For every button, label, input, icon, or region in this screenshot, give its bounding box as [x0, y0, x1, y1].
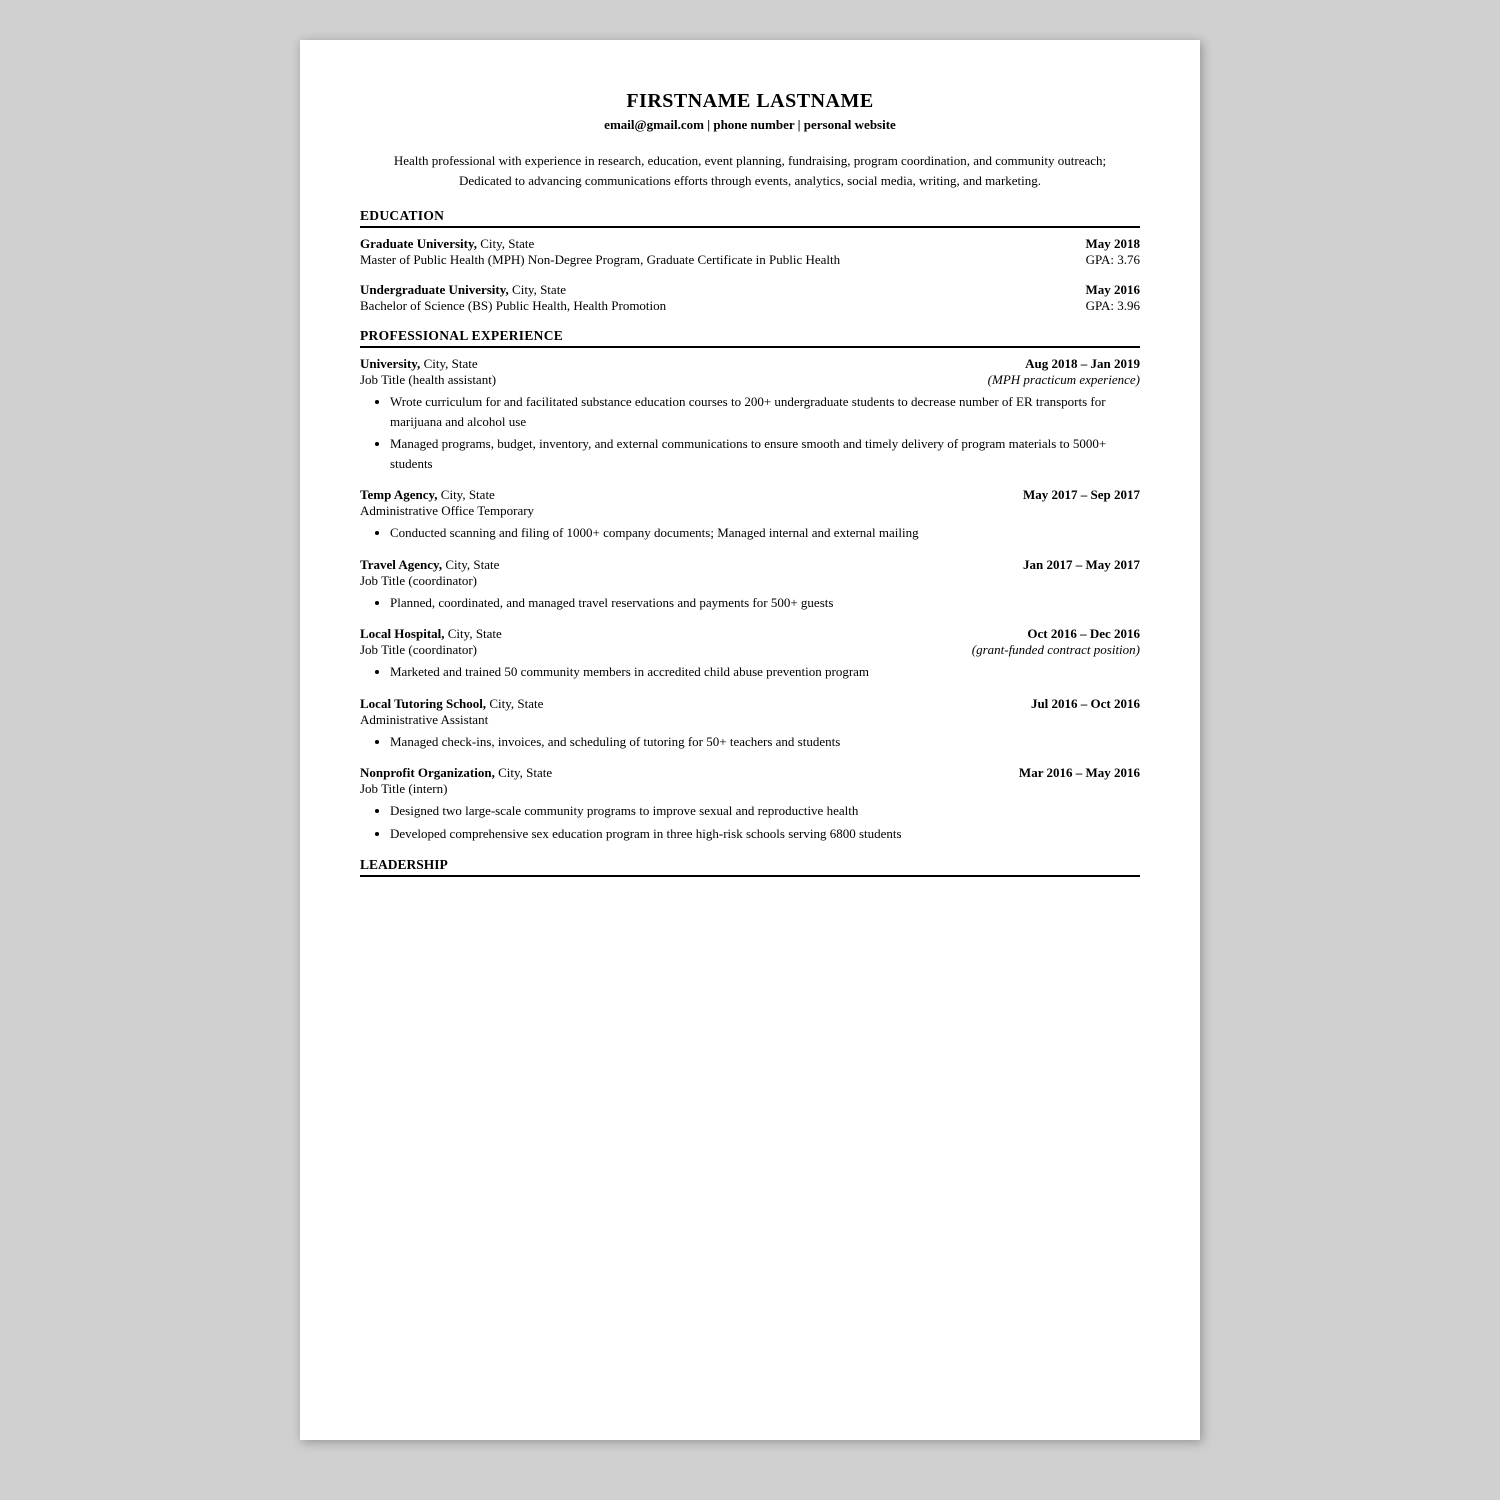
- exp-bullets-2: Conducted scanning and filing of 1000+ c…: [390, 523, 1140, 543]
- header: FIRSTNAME LASTNAME email@gmail.com | pho…: [360, 90, 1140, 133]
- education-section: EDUCATION Graduate University, City, Sta…: [360, 208, 1140, 314]
- edu-org-bold-2: Undergraduate University,: [360, 282, 509, 297]
- edu-org-rest-2: City, State: [509, 282, 566, 297]
- edu-gpa-1: GPA: 3.76: [1086, 252, 1140, 268]
- exp-bullets-4: Marketed and trained 50 community member…: [390, 662, 1140, 682]
- exp-bullet-2-1: Conducted scanning and filing of 1000+ c…: [390, 523, 1140, 543]
- exp-date-6: Mar 2016 – May 2016: [1019, 765, 1140, 781]
- exp-entry-4: Local Hospital, City, State Oct 2016 – D…: [360, 626, 1140, 682]
- exp-org-rest-2: City, State: [438, 487, 495, 502]
- exp-org-bold-1: University,: [360, 356, 420, 371]
- exp-bullets-6: Designed two large-scale community progr…: [390, 801, 1140, 843]
- exp-bullets-1: Wrote curriculum for and facilitated sub…: [390, 392, 1140, 473]
- exp-bullet-1-1: Wrote curriculum for and facilitated sub…: [390, 392, 1140, 431]
- exp-bullets-5: Managed check-ins, invoices, and schedul…: [390, 732, 1140, 752]
- exp-title-5: Administrative Assistant: [360, 712, 1140, 728]
- exp-org-2: Temp Agency, City, State: [360, 487, 495, 503]
- edu-entry-2: Undergraduate University, City, State Ma…: [360, 282, 1140, 314]
- exp-bullet-1-2: Managed programs, budget, inventory, and…: [390, 434, 1140, 473]
- exp-entry-3: Travel Agency, City, State Jan 2017 – Ma…: [360, 557, 1140, 613]
- exp-title-4: Job Title (coordinator): [360, 642, 477, 658]
- exp-bullets-3: Planned, coordinated, and managed travel…: [390, 593, 1140, 613]
- edu-gpa-2: GPA: 3.96: [1086, 298, 1140, 314]
- exp-title-1: Job Title (health assistant): [360, 372, 496, 388]
- exp-org-bold-2: Temp Agency,: [360, 487, 438, 502]
- exp-title-3: Job Title (coordinator): [360, 573, 1140, 589]
- exp-entry-6: Nonprofit Organization, City, State Mar …: [360, 765, 1140, 843]
- edu-date-1: May 2018: [1085, 236, 1140, 252]
- exp-org-bold-3: Travel Agency,: [360, 557, 442, 572]
- exp-note-4: (grant-funded contract position): [972, 642, 1140, 658]
- exp-title-6: Job Title (intern): [360, 781, 1140, 797]
- exp-org-bold-6: Nonprofit Organization,: [360, 765, 495, 780]
- exp-date-3: Jan 2017 – May 2017: [1023, 557, 1140, 573]
- exp-org-6: Nonprofit Organization, City, State: [360, 765, 552, 781]
- exp-org-bold-5: Local Tutoring School,: [360, 696, 486, 711]
- exp-bullet-6-1: Designed two large-scale community progr…: [390, 801, 1140, 821]
- summary: Health professional with experience in r…: [360, 151, 1140, 190]
- exp-org-rest-3: City, State: [442, 557, 499, 572]
- leadership-section: LEADERSHIP: [360, 857, 1140, 877]
- edu-degree-1: Master of Public Health (MPH) Non-Degree…: [360, 252, 840, 268]
- experience-section: PROFESSIONAL EXPERIENCE University, City…: [360, 328, 1140, 843]
- exp-org-5: Local Tutoring School, City, State: [360, 696, 543, 712]
- edu-org-rest-1: City, State: [477, 236, 534, 251]
- leadership-title: LEADERSHIP: [360, 857, 1140, 877]
- exp-entry-5: Local Tutoring School, City, State Jul 2…: [360, 696, 1140, 752]
- exp-org-4: Local Hospital, City, State: [360, 626, 502, 642]
- exp-org-1: University, City, State: [360, 356, 478, 372]
- exp-bullet-6-2: Developed comprehensive sex education pr…: [390, 824, 1140, 844]
- edu-date-2: May 2016: [1085, 282, 1140, 298]
- edu-degree-2: Bachelor of Science (BS) Public Health, …: [360, 298, 666, 314]
- exp-org-rest-1: City, State: [420, 356, 477, 371]
- education-title: EDUCATION: [360, 208, 1140, 228]
- exp-date-1: Aug 2018 – Jan 2019: [1025, 356, 1140, 372]
- experience-title: PROFESSIONAL EXPERIENCE: [360, 328, 1140, 348]
- edu-org-bold-1: Graduate University,: [360, 236, 477, 251]
- edu-entry-1: Graduate University, City, State May 201…: [360, 236, 1140, 268]
- exp-org-rest-4: City, State: [445, 626, 502, 641]
- exp-bullet-5-1: Managed check-ins, invoices, and schedul…: [390, 732, 1140, 752]
- exp-bullet-3-1: Planned, coordinated, and managed travel…: [390, 593, 1140, 613]
- exp-org-bold-4: Local Hospital,: [360, 626, 445, 641]
- exp-title-2: Administrative Office Temporary: [360, 503, 1140, 519]
- exp-entry-1: University, City, State Aug 2018 – Jan 2…: [360, 356, 1140, 473]
- exp-note-1: (MPH practicum experience): [988, 372, 1140, 388]
- resume-page: FIRSTNAME LASTNAME email@gmail.com | pho…: [300, 40, 1200, 1440]
- exp-org-3: Travel Agency, City, State: [360, 557, 499, 573]
- exp-bullet-4-1: Marketed and trained 50 community member…: [390, 662, 1140, 682]
- exp-org-rest-5: City, State: [486, 696, 543, 711]
- header-name: FIRSTNAME LASTNAME: [360, 90, 1140, 113]
- exp-date-4: Oct 2016 – Dec 2016: [1027, 626, 1140, 642]
- exp-org-rest-6: City, State: [495, 765, 552, 780]
- edu-org-1: Graduate University, City, State: [360, 236, 534, 252]
- exp-entry-2: Temp Agency, City, State May 2017 – Sep …: [360, 487, 1140, 543]
- edu-org-2: Undergraduate University, City, State: [360, 282, 566, 298]
- header-contact: email@gmail.com | phone number | persona…: [360, 117, 1140, 133]
- exp-date-2: May 2017 – Sep 2017: [1023, 487, 1140, 503]
- exp-date-5: Jul 2016 – Oct 2016: [1031, 696, 1140, 712]
